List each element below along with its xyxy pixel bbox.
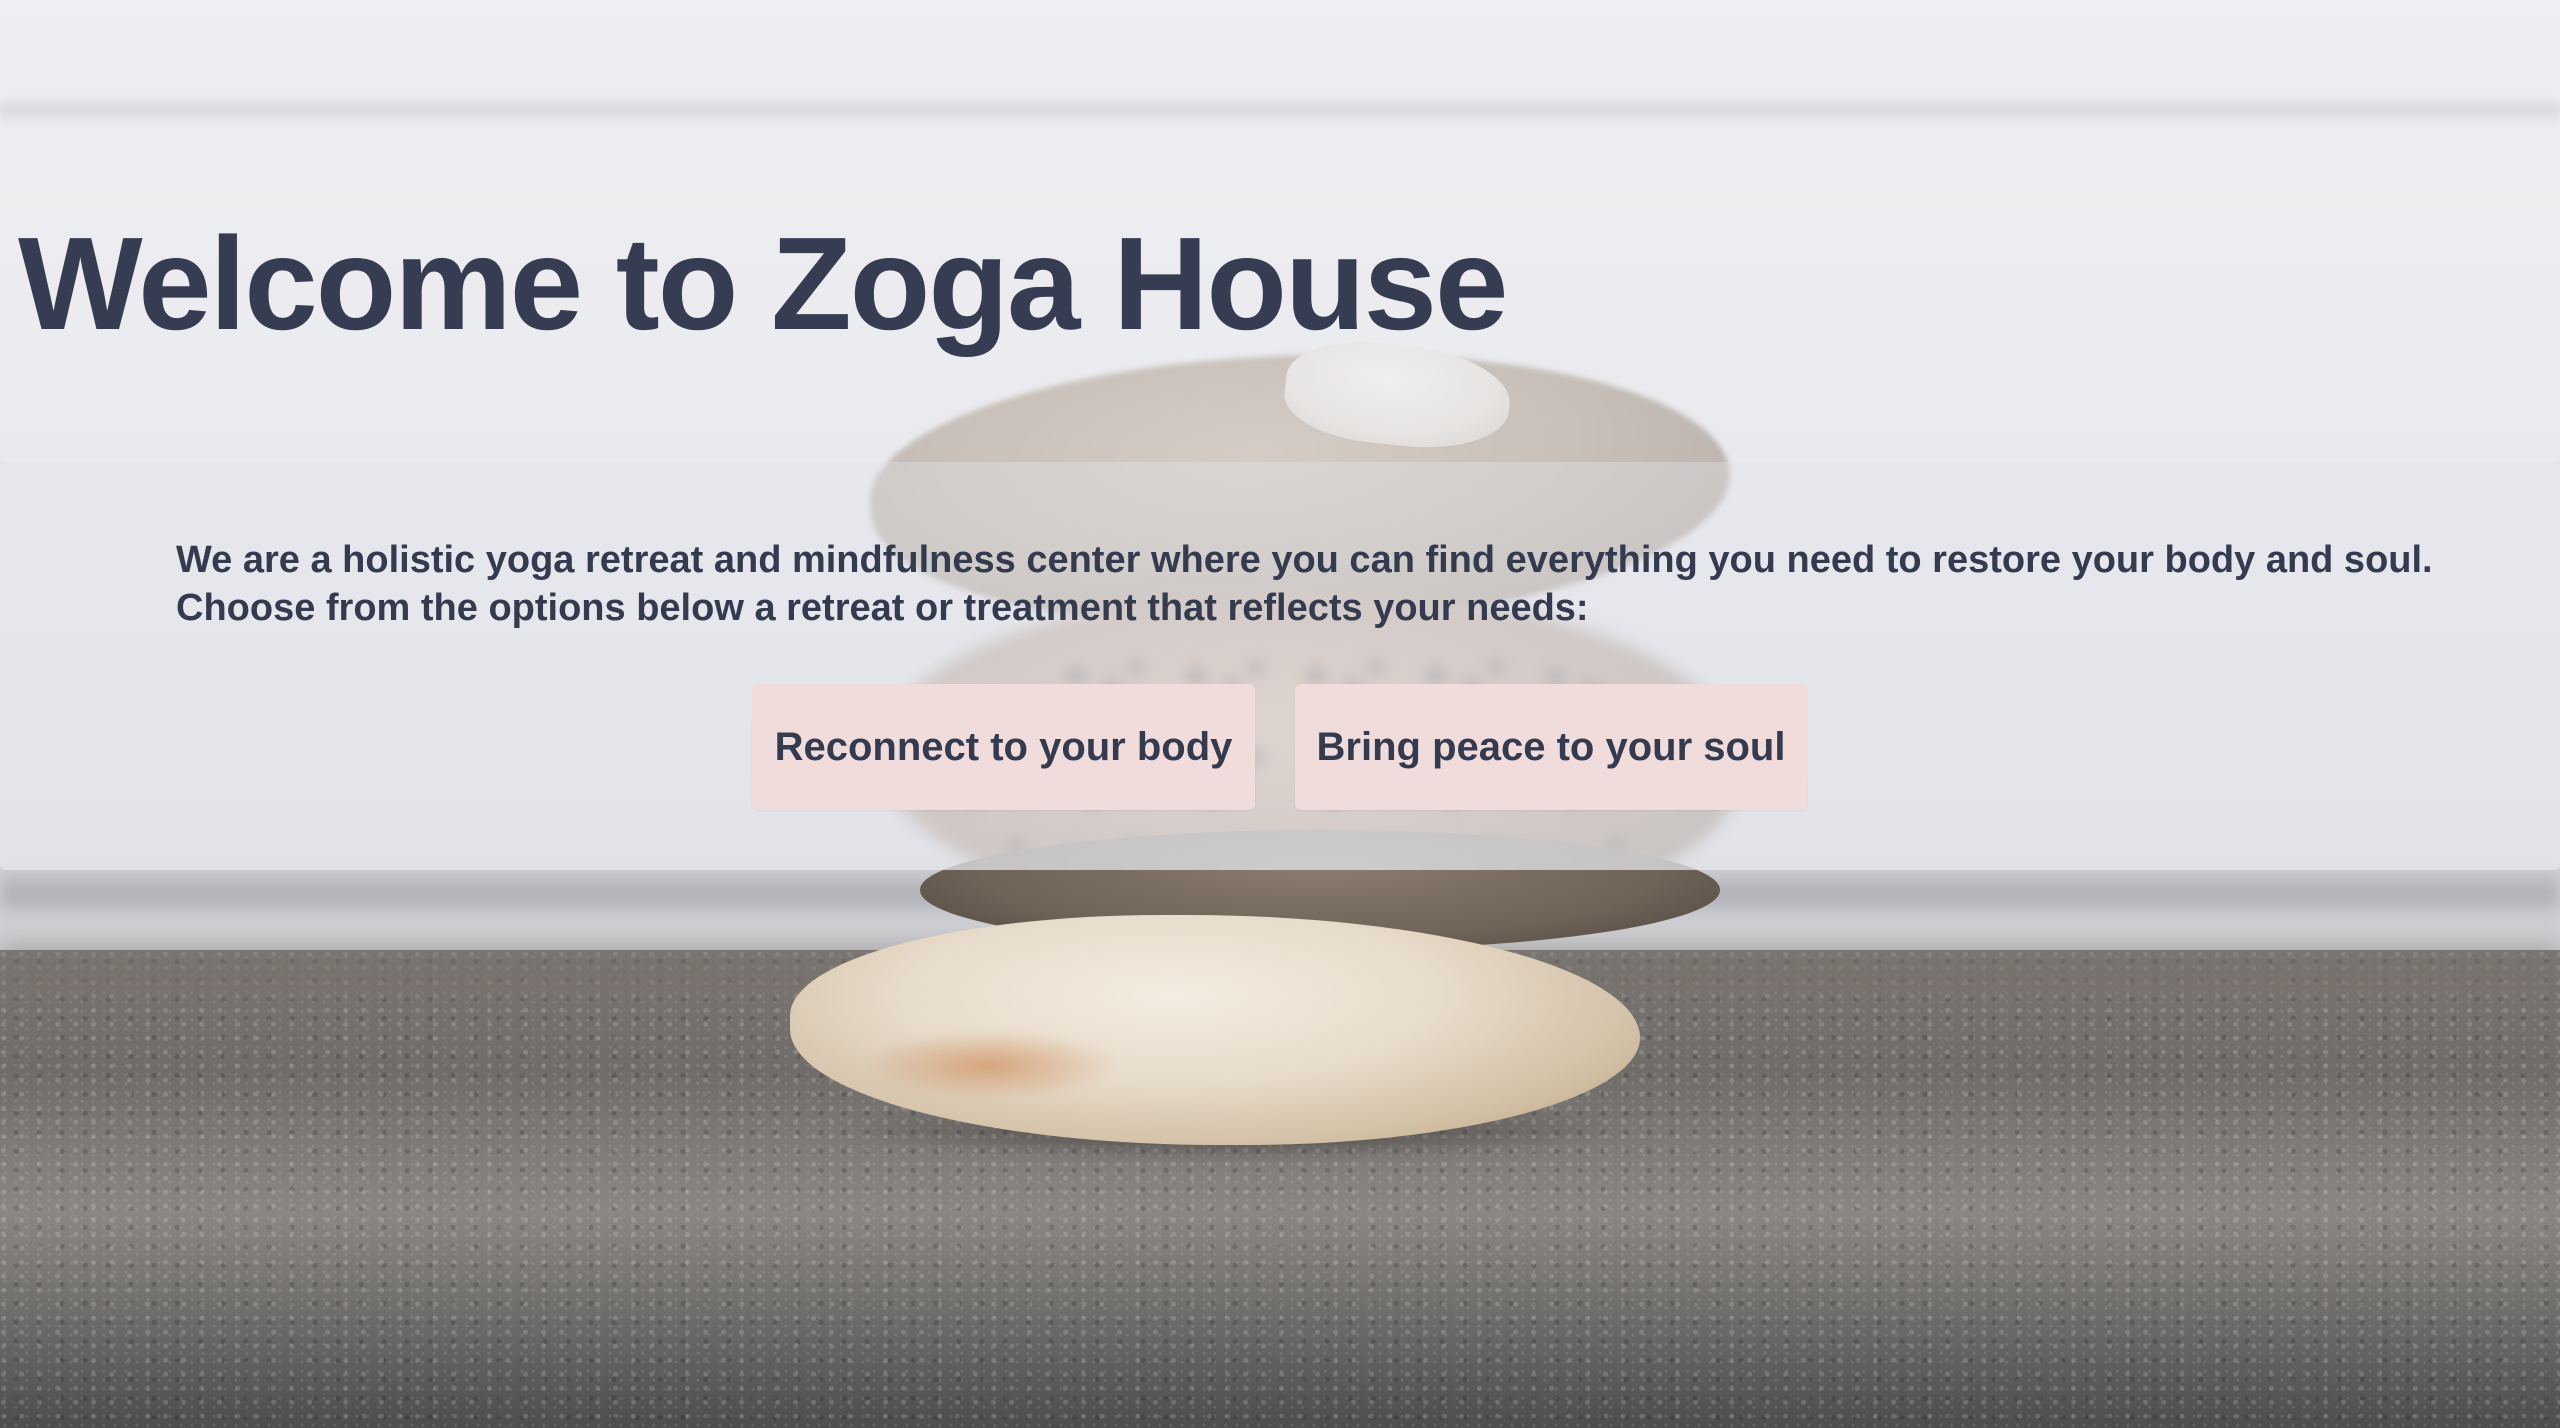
peace-soul-button[interactable]: Bring peace to your soul [1295, 684, 1807, 810]
intro-text: We are a holistic yoga retreat and mindf… [176, 536, 2476, 632]
intro-panel [0, 462, 2560, 870]
intro-text-line-2: Choose from the options below a retreat … [176, 587, 1589, 629]
intro-text-line-1: We are a holistic yoga retreat and mindf… [176, 539, 2433, 581]
page: Welcome to Zoga House We are a holistic … [0, 0, 2560, 1428]
stone-stain [860, 1030, 1120, 1100]
hero-header: Welcome to Zoga House [0, 0, 2560, 462]
page-title: Welcome to Zoga House [18, 210, 1508, 357]
reconnect-body-button[interactable]: Reconnect to your body [752, 684, 1255, 810]
